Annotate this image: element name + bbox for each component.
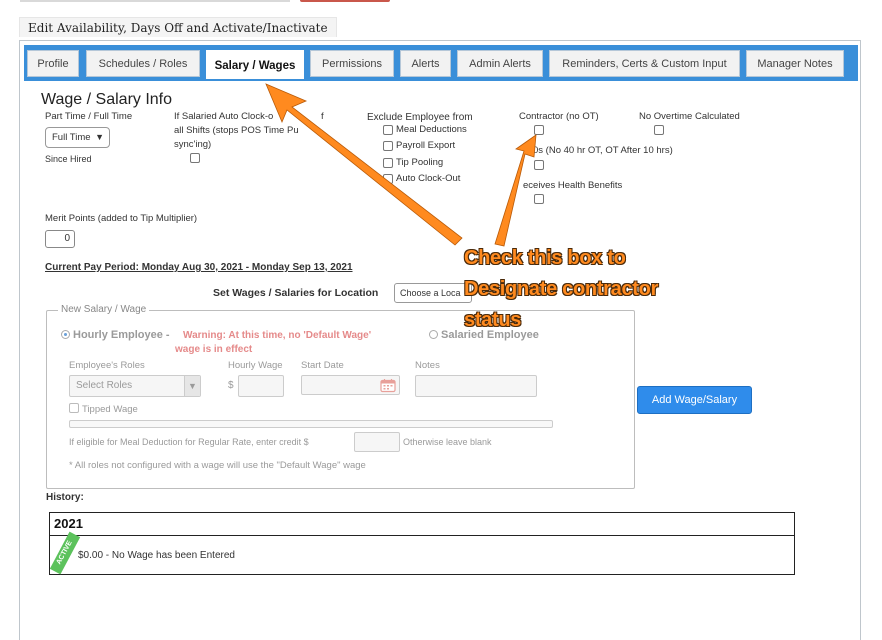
annotation-arrows bbox=[265, 83, 537, 247]
arrow-to-contractor-checkbox bbox=[494, 134, 537, 247]
arrow-to-salary-tab bbox=[265, 83, 463, 246]
callout-line1: Check this box to bbox=[464, 247, 626, 269]
callout-line2: Designate contractor bbox=[464, 278, 659, 300]
callout-line3: status bbox=[464, 309, 522, 331]
